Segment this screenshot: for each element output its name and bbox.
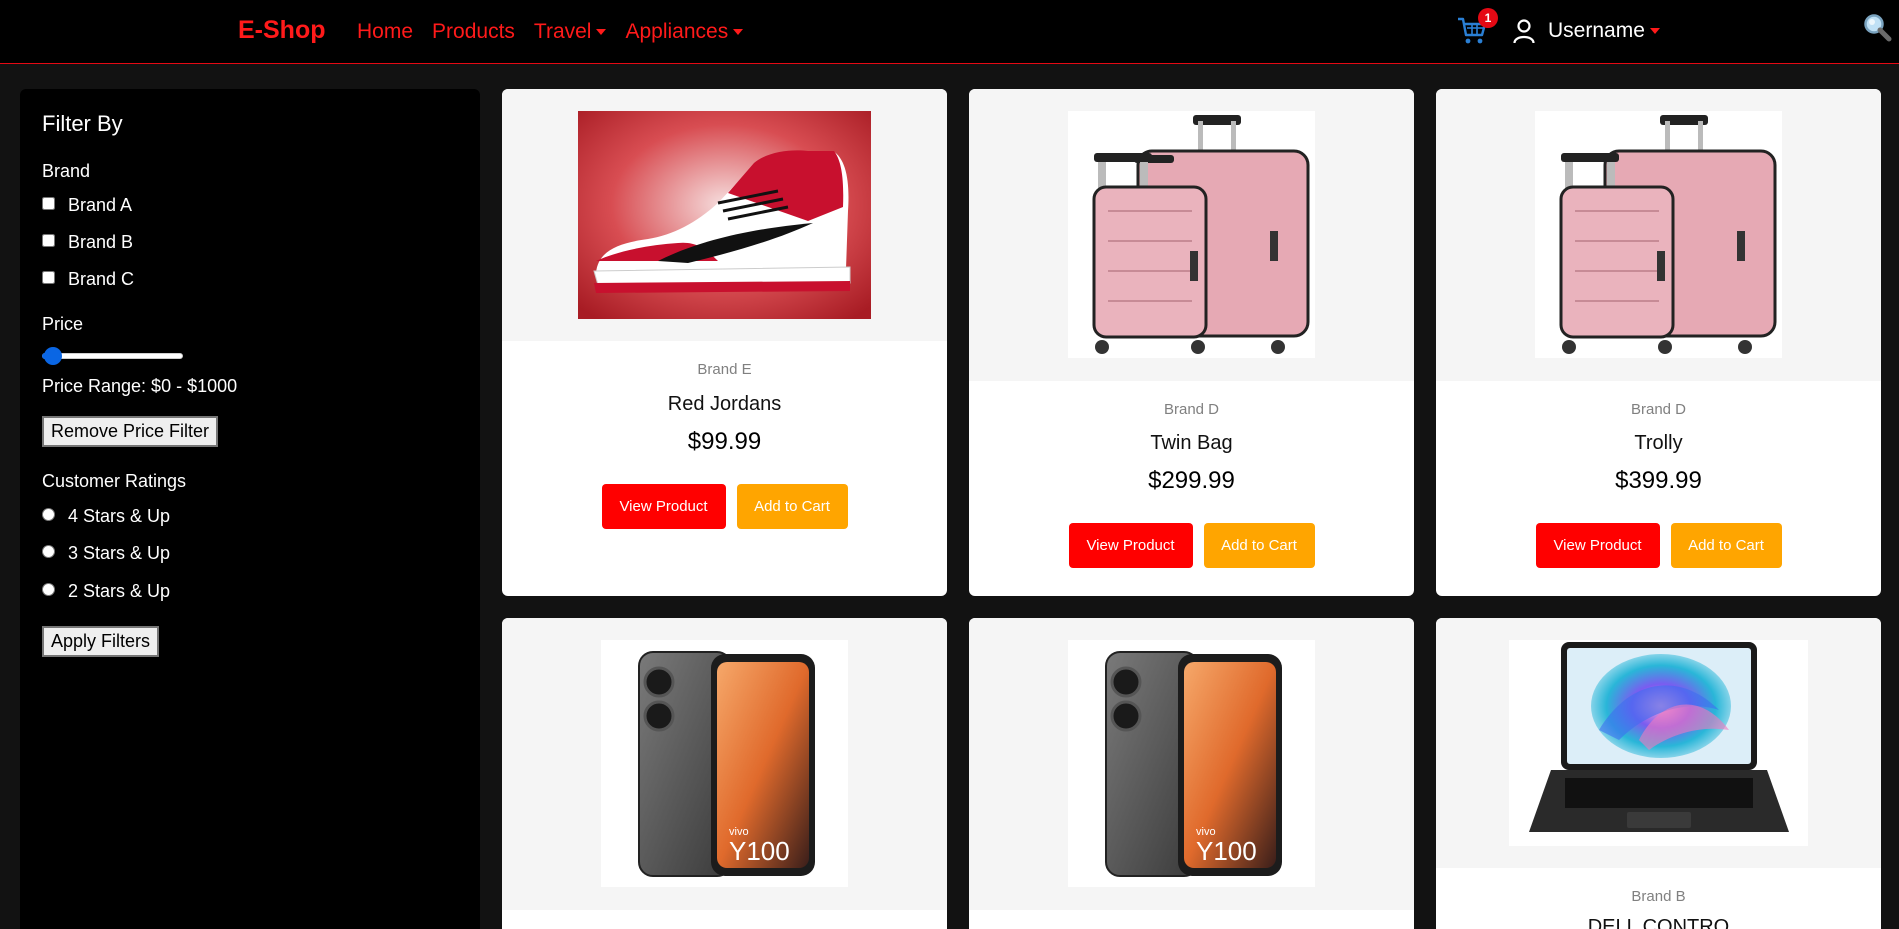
svg-text:Y100: Y100 [729,836,790,866]
nav-products[interactable]: Products [432,20,515,44]
rating-option-4[interactable]: 4 Stars & Up [42,506,170,527]
rating-4-radio[interactable] [42,508,55,521]
product-name[interactable]: DELL CONTRO [1436,916,1881,929]
rating-3-radio[interactable] [42,545,55,558]
product-card: Brand D Trolly $399.99 View Product Add … [1436,89,1881,596]
product-price: $99.99 [687,428,762,455]
nav-appliances-label: Appliances [625,20,729,43]
cart-button[interactable]: 1 [1456,8,1498,48]
product-card: Brand B DELL CONTRO [1436,618,1881,929]
rating-option-3[interactable]: 3 Stars & Up [42,543,170,564]
product-brand: Brand D [1163,401,1220,418]
view-product-button[interactable]: View Product [601,484,726,529]
brand-c-checkbox[interactable] [42,271,55,284]
brand-option-a[interactable]: Brand A [42,195,132,216]
brand-b-checkbox[interactable] [42,234,55,247]
caret-down-icon [1649,28,1660,34]
user-icon[interactable] [1512,18,1536,44]
phone-image[interactable]: vivo Y100 [601,640,848,887]
username-label: Username [1548,19,1645,42]
rating-option-2[interactable]: 2 Stars & Up [42,581,170,602]
laptop-image[interactable] [1509,640,1808,846]
filter-title: Filter By [42,111,123,136]
product-actions: View Product Add to Cart [1436,523,1881,568]
phone-image[interactable]: vivo Y100 [1068,640,1315,887]
product-name[interactable]: Trolly [1436,432,1881,455]
rating-2-radio[interactable] [42,583,55,596]
brand-c-label: Brand C [68,269,135,289]
product-actions: View Product Add to Cart [969,523,1414,568]
nav-travel-dropdown[interactable]: Travel [534,20,607,44]
rating-3-label: 3 Stars & Up [68,543,171,563]
nav-links: Home Products Travel Appliances [357,20,762,44]
product-name[interactable]: Red Jordans [502,393,947,416]
price-filter-label: Price [42,314,84,334]
price-slider[interactable] [42,346,183,365]
remove-price-filter-button[interactable]: Remove Price Filter [42,416,219,447]
product-card: vivo Y100 [502,618,947,929]
product-card: vivo Y100 [969,618,1414,929]
product-price: $299.99 [1148,467,1235,494]
search-icon[interactable] [1862,12,1892,42]
user-menu-dropdown[interactable]: Username [1548,19,1660,43]
product-card: Brand E Red Jordans $99.99 View Product … [502,89,947,596]
add-to-cart-button[interactable]: Add to Cart [1670,523,1782,568]
nav-home[interactable]: Home [357,20,413,44]
brand-logo[interactable]: E-Shop [238,16,326,45]
navbar: E-Shop Home Products Travel Appliances 1… [0,0,1899,64]
price-range-text: Price Range: $0 - $1000 [42,376,238,396]
product-price: $399.99 [1615,467,1702,494]
rating-4-label: 4 Stars & Up [68,506,171,526]
brand-option-c[interactable]: Brand C [42,269,134,290]
brand-option-b[interactable]: Brand B [42,232,133,253]
sneaker-image[interactable] [578,111,871,319]
product-brand: Brand E [697,361,752,378]
luggage-image[interactable] [1535,111,1782,358]
apply-filters-button[interactable]: Apply Filters [42,626,160,657]
rating-2-label: 2 Stars & Up [68,581,171,601]
add-to-cart-button[interactable]: Add to Cart [736,484,848,529]
nav-travel-label: Travel [533,20,592,43]
brand-b-label: Brand B [68,232,134,252]
luggage-image[interactable] [1068,111,1315,358]
caret-down-icon [733,29,744,35]
add-to-cart-button[interactable]: Add to Cart [1203,523,1315,568]
product-name[interactable]: Twin Bag [969,432,1414,455]
cart-count-badge: 1 [1478,8,1498,28]
svg-text:Y100: Y100 [1196,836,1257,866]
brand-a-label: Brand A [68,195,133,215]
ratings-filter-label: Customer Ratings [42,471,187,491]
price-slider-thumb[interactable] [44,347,62,365]
product-brand: Brand D [1630,401,1687,418]
view-product-button[interactable]: View Product [1068,523,1193,568]
view-product-button[interactable]: View Product [1535,523,1660,568]
caret-down-icon [596,29,607,35]
product-actions: View Product Add to Cart [502,484,947,529]
product-brand: Brand B [1631,888,1686,905]
brand-a-checkbox[interactable] [42,197,55,210]
nav-home-label: Home [357,20,414,43]
nav-appliances-dropdown[interactable]: Appliances [625,20,744,44]
filter-sidebar: Filter By Brand Brand A Brand B Brand C … [20,89,480,929]
price-slider-track [42,353,183,359]
nav-products-label: Products [432,20,515,43]
brand-filter-label: Brand [42,161,91,181]
product-card: Brand D Twin Bag $299.99 View Product Ad… [969,89,1414,596]
